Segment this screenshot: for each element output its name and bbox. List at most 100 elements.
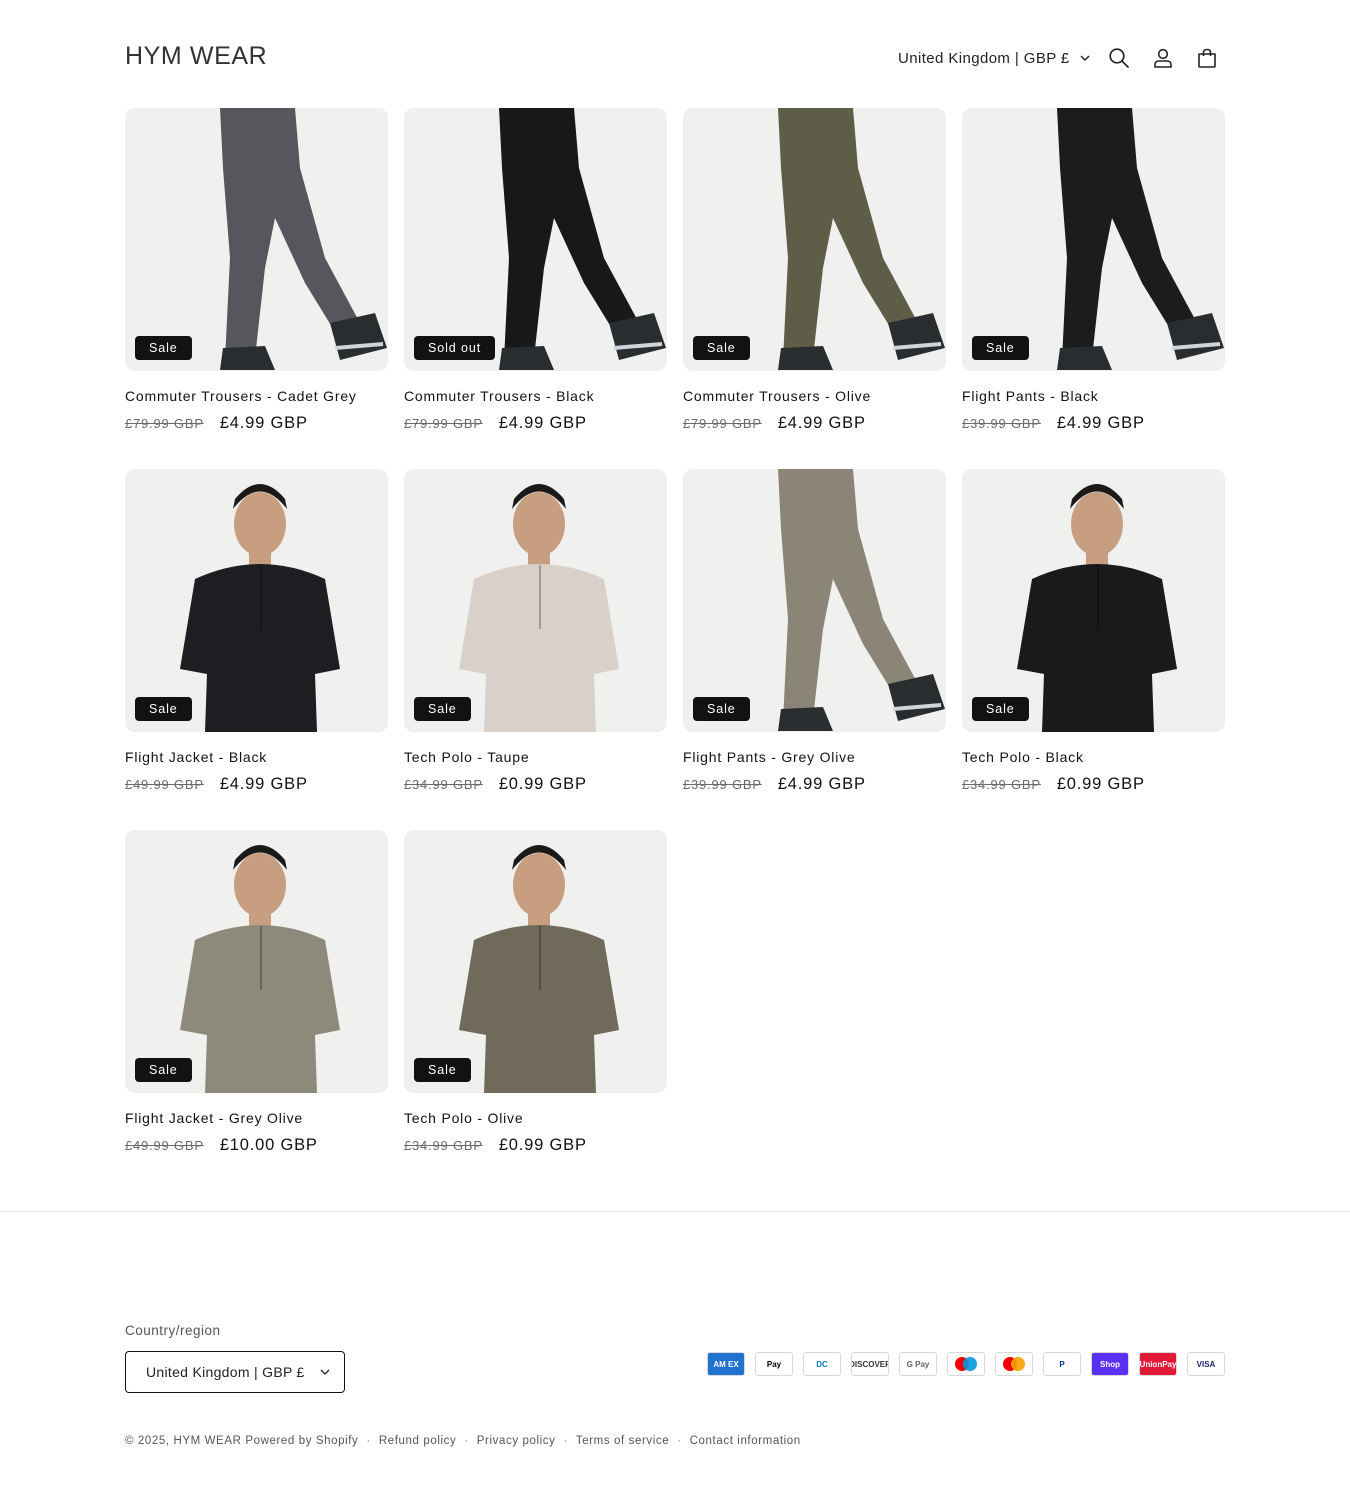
footer-copyright: © 2025, HYM WEAR Powered by Shopify · Re… xyxy=(125,1435,801,1447)
footer-country-selector[interactable]: United Kingdom | GBP £ xyxy=(125,1351,345,1393)
product-image[interactable] xyxy=(683,108,946,371)
regular-price: £79.99 GBP xyxy=(683,416,762,431)
product-card[interactable]: Sale Tech Polo - Olive £34.99 GBP £0.99 … xyxy=(404,830,667,1175)
sale-price: £4.99 GBP xyxy=(777,775,866,793)
chevron-down-icon xyxy=(1080,55,1090,61)
product-price: £79.99 GBP £4.99 GBP xyxy=(404,414,587,433)
product-card[interactable]: Sale Commuter Trousers - Cadet Grey £79.… xyxy=(125,108,388,453)
product-badge: Sale xyxy=(135,336,192,360)
product-title[interactable]: Flight Jacket - Black xyxy=(125,749,267,765)
product-title[interactable]: Tech Polo - Taupe xyxy=(404,749,529,765)
product-title[interactable]: Commuter Trousers - Olive xyxy=(683,388,871,404)
powered-by-link[interactable]: Powered by Shopify xyxy=(245,1435,358,1447)
sale-price: £4.99 GBP xyxy=(219,414,308,432)
product-photo xyxy=(404,469,667,732)
product-price: £34.99 GBP £0.99 GBP xyxy=(404,1136,587,1155)
product-card[interactable]: Sale Flight Jacket - Black £49.99 GBP £4… xyxy=(125,469,388,814)
chevron-down-icon xyxy=(320,1369,330,1375)
product-image[interactable] xyxy=(404,469,667,732)
product-price: £49.99 GBP £4.99 GBP xyxy=(125,775,308,794)
cart-button[interactable] xyxy=(1185,36,1229,80)
product-card[interactable]: Sold out Commuter Trousers - Black £79.9… xyxy=(404,108,667,453)
product-title[interactable]: Flight Jacket - Grey Olive xyxy=(125,1110,303,1126)
product-image[interactable] xyxy=(125,469,388,732)
footer-divider xyxy=(0,1211,1350,1212)
product-photo xyxy=(404,830,667,1093)
product-image[interactable] xyxy=(125,830,388,1093)
visa-label: VISA xyxy=(1196,1359,1216,1369)
product-image[interactable] xyxy=(125,108,388,371)
product-photo xyxy=(683,108,946,371)
product-image[interactable] xyxy=(404,830,667,1093)
product-photo xyxy=(962,469,1225,732)
product-card[interactable]: Sale Flight Pants - Black £39.99 GBP £4.… xyxy=(962,108,1225,453)
copyright-text: © 2025, xyxy=(125,1435,174,1447)
google-pay-label: G Pay xyxy=(906,1359,930,1369)
product-title[interactable]: Flight Pants - Grey Olive xyxy=(683,749,856,765)
product-title[interactable]: Flight Pants - Black xyxy=(962,388,1099,404)
product-photo xyxy=(683,469,946,732)
sale-price: £4.99 GBP xyxy=(498,414,587,432)
product-image[interactable] xyxy=(683,469,946,732)
visa-icon: VISA xyxy=(1187,1352,1225,1376)
product-photo xyxy=(962,108,1225,371)
product-image[interactable] xyxy=(962,469,1225,732)
product-price: £49.99 GBP £10.00 GBP xyxy=(125,1136,318,1155)
product-price: £79.99 GBP £4.99 GBP xyxy=(125,414,308,433)
american-express-icon: AM EX xyxy=(707,1352,745,1376)
union-pay-label: UnionPay xyxy=(1139,1359,1177,1369)
refund-policy-link[interactable]: Refund policy xyxy=(379,1435,456,1447)
header-country-selector[interactable]: United Kingdom | GBP £ xyxy=(886,40,1102,76)
product-badge: Sale xyxy=(693,336,750,360)
maestro-icon xyxy=(947,1352,985,1376)
regular-price: £49.99 GBP xyxy=(125,777,204,792)
separator-dot: · xyxy=(366,1435,371,1447)
paypal-icon: P xyxy=(1043,1352,1081,1376)
brand-link[interactable]: HYM WEAR xyxy=(173,1435,241,1447)
product-image[interactable] xyxy=(404,108,667,371)
product-badge: Sale xyxy=(972,336,1029,360)
product-card[interactable]: Sale Tech Polo - Black £34.99 GBP £0.99 … xyxy=(962,469,1225,814)
product-title[interactable]: Commuter Trousers - Cadet Grey xyxy=(125,388,357,404)
discover-icon: DISCOVER xyxy=(851,1352,889,1376)
product-card[interactable]: Sale Commuter Trousers - Olive £79.99 GB… xyxy=(683,108,946,453)
footer-country-selector-label: United Kingdom | GBP £ xyxy=(146,1364,305,1380)
product-price: £79.99 GBP £4.99 GBP xyxy=(683,414,866,433)
sale-price: £0.99 GBP xyxy=(498,775,587,793)
product-card[interactable]: Sale Tech Polo - Taupe £34.99 GBP £0.99 … xyxy=(404,469,667,814)
sale-price: £0.99 GBP xyxy=(1056,775,1145,793)
regular-price: £39.99 GBP xyxy=(683,777,762,792)
product-badge: Sale xyxy=(693,697,750,721)
product-badge: Sold out xyxy=(414,336,496,360)
product-title[interactable]: Tech Polo - Black xyxy=(962,749,1084,765)
sale-price: £4.99 GBP xyxy=(219,775,308,793)
shop-pay-icon: Shop xyxy=(1091,1352,1129,1376)
search-button[interactable] xyxy=(1097,36,1141,80)
account-icon xyxy=(1154,48,1172,68)
site-header: HYM WEAR United Kingdom | GBP £ xyxy=(0,0,1350,108)
contact-information-link[interactable]: Contact information xyxy=(690,1435,801,1447)
sale-price: £4.99 GBP xyxy=(777,414,866,432)
sale-price: £4.99 GBP xyxy=(1056,414,1145,432)
account-button[interactable] xyxy=(1141,36,1185,80)
sale-price: £10.00 GBP xyxy=(219,1136,318,1154)
product-title[interactable]: Tech Polo - Olive xyxy=(404,1110,523,1126)
product-badge: Sale xyxy=(135,697,192,721)
american-express-label: AM EX xyxy=(713,1359,739,1369)
product-title[interactable]: Commuter Trousers - Black xyxy=(404,388,594,404)
separator-dot: · xyxy=(677,1435,682,1447)
product-badge: Sale xyxy=(135,1058,192,1082)
store-logo[interactable]: HYM WEAR xyxy=(125,42,267,71)
product-image[interactable] xyxy=(962,108,1225,371)
diners-club-label: DC xyxy=(816,1359,828,1369)
product-photo xyxy=(125,469,388,732)
product-badge: Sale xyxy=(414,697,471,721)
product-card[interactable]: Sale Flight Pants - Grey Olive £39.99 GB… xyxy=(683,469,946,814)
product-card[interactable]: Sale Flight Jacket - Grey Olive £49.99 G… xyxy=(125,830,388,1175)
sale-price: £0.99 GBP xyxy=(498,1136,587,1154)
terms-of-service-link[interactable]: Terms of service xyxy=(576,1435,669,1447)
search-icon xyxy=(1109,48,1129,68)
apple-pay-icon: Pay xyxy=(755,1352,793,1376)
privacy-policy-link[interactable]: Privacy policy xyxy=(477,1435,556,1447)
union-pay-icon: UnionPay xyxy=(1139,1352,1177,1376)
